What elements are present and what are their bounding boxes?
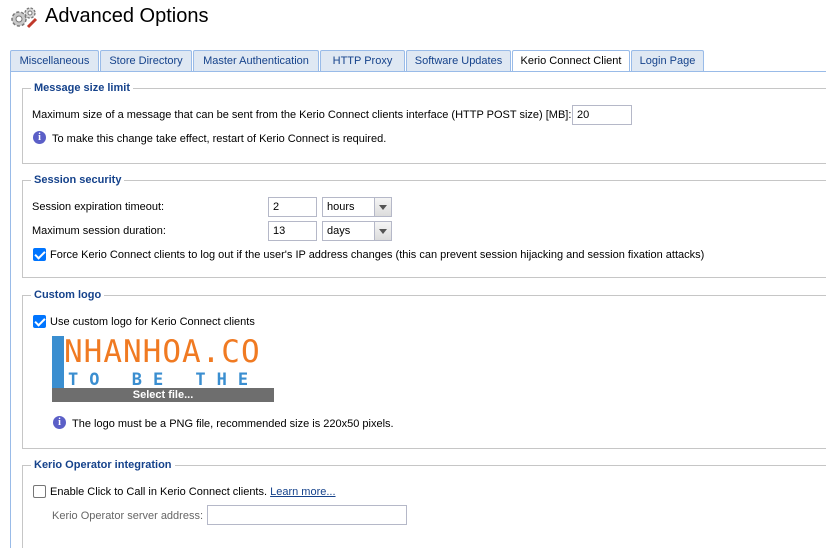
session-duration-input[interactable]: 13 xyxy=(268,221,317,241)
page-title: Advanced Options xyxy=(45,5,209,27)
logo-text-main: NHANHOA.CO xyxy=(64,336,261,370)
custom-logo-legend: Custom logo xyxy=(34,289,102,301)
click-to-call-text: Enable Click to Call in Kerio Connect cl… xyxy=(50,486,268,498)
force-logout-label: Force Kerio Connect clients to log out i… xyxy=(50,249,705,261)
chevron-down-icon[interactable] xyxy=(374,198,391,216)
click-to-call-checkbox[interactable] xyxy=(33,485,46,498)
tab-miscellaneous[interactable]: Miscellaneous xyxy=(10,50,99,71)
chevron-down-icon[interactable] xyxy=(374,222,391,240)
operator-server-input[interactable] xyxy=(207,505,407,525)
max-message-size-label: Maximum size of a message that can be se… xyxy=(32,109,572,121)
restart-info-text: To make this change take effect, restart… xyxy=(52,133,387,145)
tab-software-updates[interactable]: Software Updates xyxy=(406,50,511,71)
session-security-legend: Session security xyxy=(34,174,122,186)
tab-store-directory[interactable]: Store Directory xyxy=(100,50,192,71)
info-icon: i xyxy=(53,416,66,429)
operator-integration-fieldset: Kerio Operator integration xyxy=(22,459,826,548)
click-to-call-label: Enable Click to Call in Kerio Connect cl… xyxy=(50,486,336,498)
force-logout-checkbox[interactable] xyxy=(33,248,46,261)
message-size-fieldset: Message size limit xyxy=(22,82,826,164)
session-timeout-unit-select[interactable]: hours xyxy=(322,197,392,217)
tab-login-page[interactable]: Login Page xyxy=(631,50,704,71)
session-duration-unit-select[interactable]: days xyxy=(322,221,392,241)
use-custom-logo-checkbox[interactable] xyxy=(33,315,46,328)
session-timeout-input[interactable]: 2 xyxy=(268,197,317,217)
gears-icon xyxy=(11,7,38,29)
logo-preview[interactable]: NHANHOA.CO TO BE THE BE Select file... xyxy=(52,336,274,402)
logo-text-slogan: TO BE THE BE xyxy=(68,370,274,390)
session-timeout-unit-value: hours xyxy=(327,201,355,213)
logo-blue-bar xyxy=(52,336,64,388)
max-message-size-input[interactable]: 20 xyxy=(572,105,632,125)
learn-more-link[interactable]: Learn more... xyxy=(270,486,335,498)
operator-server-label: Kerio Operator server address: xyxy=(52,510,204,522)
select-file-button[interactable]: Select file... xyxy=(52,388,274,402)
message-size-legend: Message size limit xyxy=(34,82,130,94)
use-custom-logo-label: Use custom logo for Kerio Connect client… xyxy=(50,316,255,328)
logo-info-text: The logo must be a PNG file, recommended… xyxy=(72,418,394,430)
tab-http-proxy[interactable]: HTTP Proxy xyxy=(320,50,405,71)
session-timeout-label: Session expiration timeout: xyxy=(32,201,165,213)
session-duration-unit-value: days xyxy=(327,225,351,237)
tab-master-authentication[interactable]: Master Authentication xyxy=(193,50,319,71)
info-icon: i xyxy=(33,131,46,144)
tab-kerio-connect-client[interactable]: Kerio Connect Client xyxy=(512,50,630,73)
session-duration-label: Maximum session duration: xyxy=(32,225,166,237)
operator-integration-legend: Kerio Operator integration xyxy=(34,459,172,471)
page-header: Advanced Options xyxy=(0,0,826,44)
